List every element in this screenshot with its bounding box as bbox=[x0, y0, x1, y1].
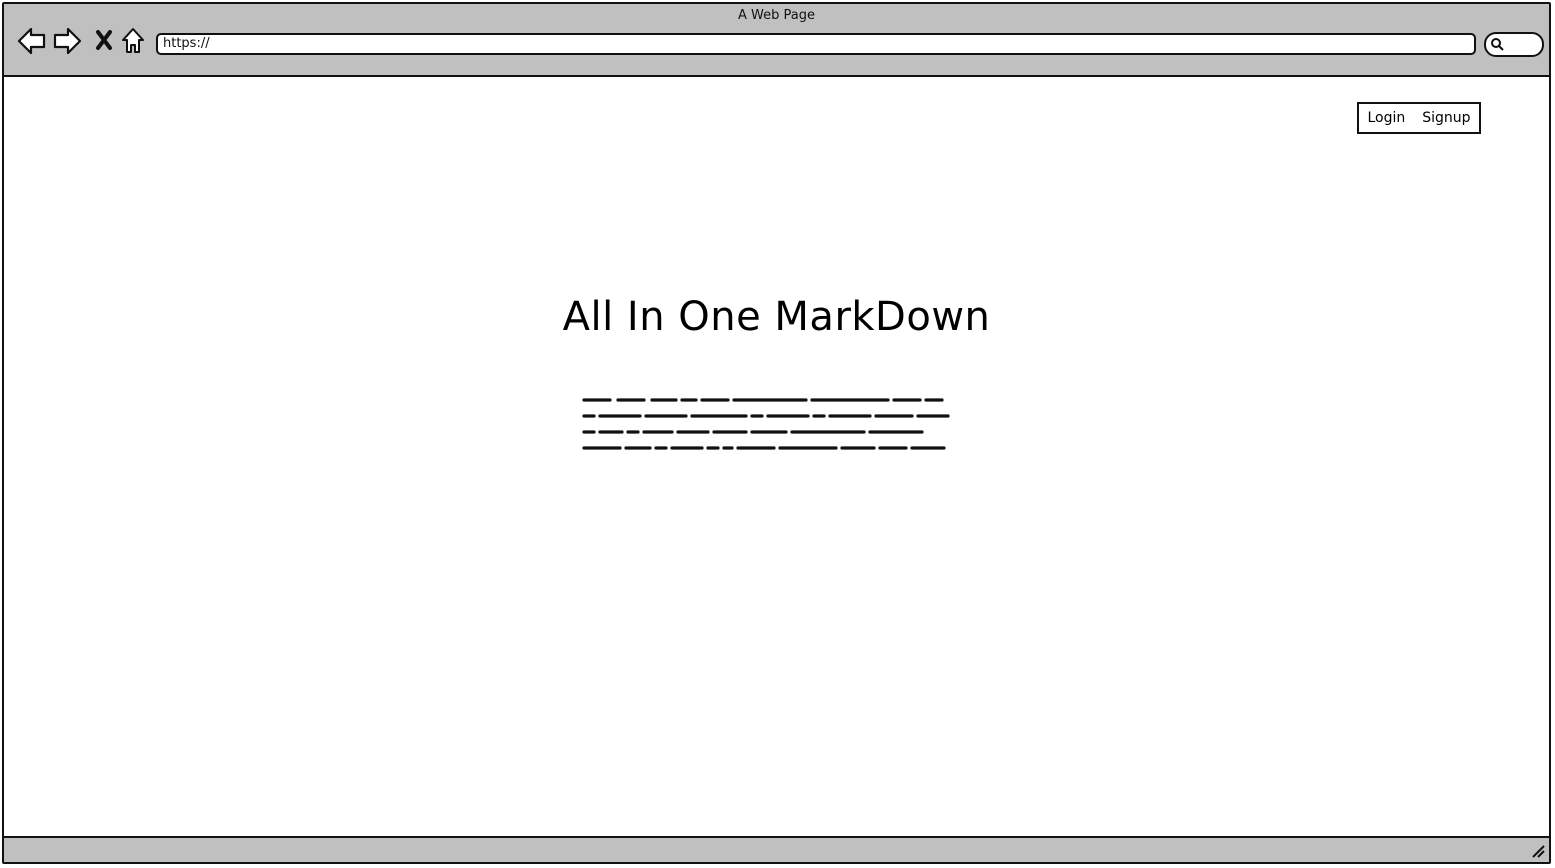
browser-window: A Web Page https:// Login Signup All In … bbox=[2, 2, 1551, 864]
auth-buttons: Login Signup bbox=[1357, 102, 1481, 134]
browser-titlebar: A Web Page https:// bbox=[4, 4, 1549, 77]
login-link[interactable]: Login bbox=[1367, 110, 1405, 126]
forward-arrow-icon[interactable] bbox=[53, 24, 83, 58]
address-bar-input[interactable]: https:// bbox=[156, 33, 1476, 55]
search-icon bbox=[1491, 38, 1504, 51]
browser-statusbar bbox=[4, 836, 1549, 862]
home-icon[interactable] bbox=[120, 24, 146, 58]
placeholder-paragraph bbox=[582, 398, 950, 450]
browser-search-field[interactable] bbox=[1484, 32, 1544, 57]
page-title: All In One MarkDown bbox=[562, 294, 991, 340]
browser-nav-buttons bbox=[14, 24, 148, 58]
signup-link[interactable]: Signup bbox=[1422, 110, 1470, 126]
window-title: A Web Page bbox=[738, 8, 815, 23]
stop-icon[interactable] bbox=[94, 24, 114, 58]
resize-grip-icon[interactable] bbox=[1531, 844, 1545, 858]
back-arrow-icon[interactable] bbox=[16, 24, 46, 58]
